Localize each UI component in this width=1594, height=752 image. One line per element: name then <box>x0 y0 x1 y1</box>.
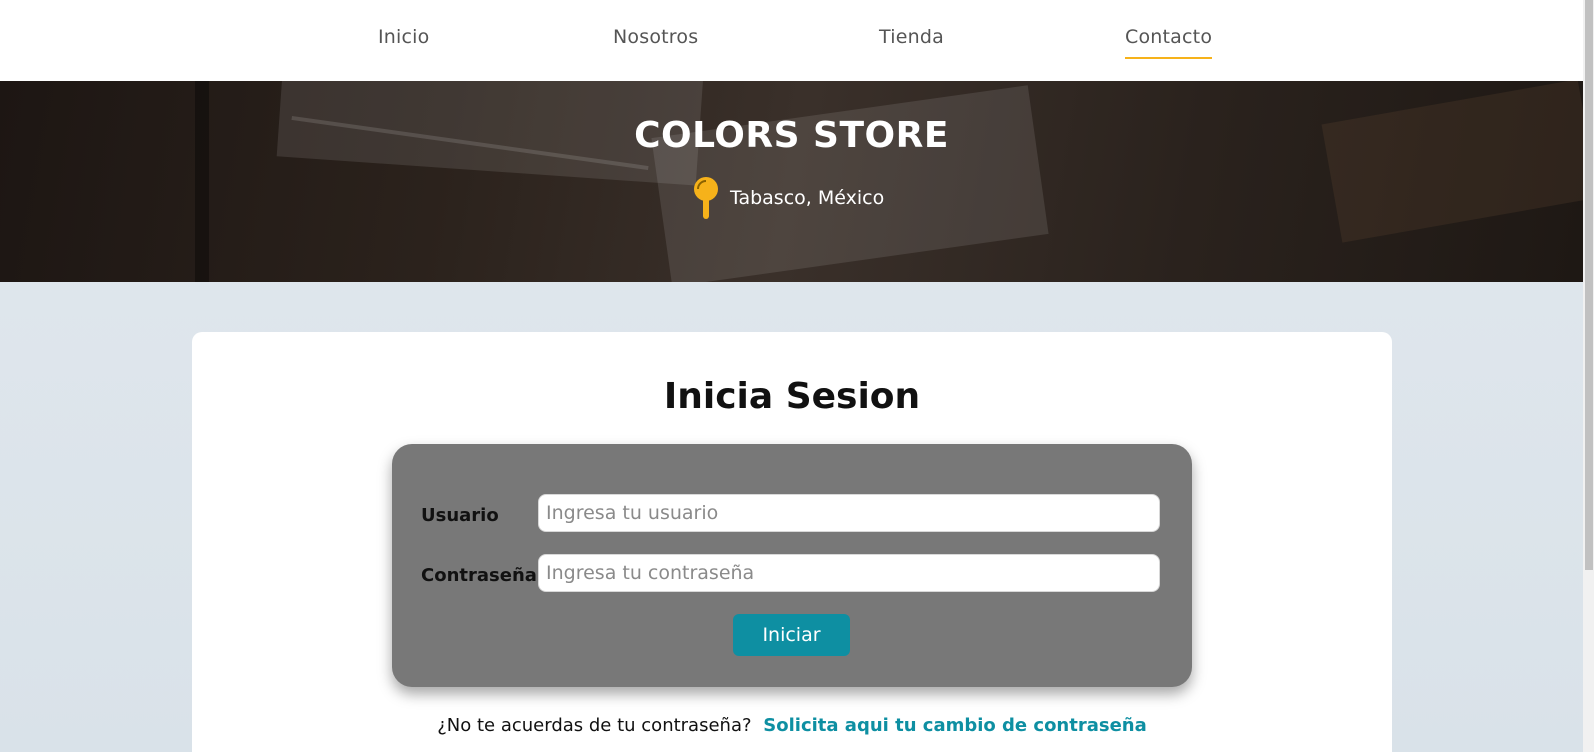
nav-link-tienda[interactable]: Tienda <box>879 26 944 57</box>
login-card: Inicia Sesion Usuario Contraseña Iniciar… <box>192 332 1392 752</box>
hero-background-pen <box>195 81 209 282</box>
password-label: Contraseña <box>421 565 537 586</box>
login-form: Usuario Contraseña Iniciar <box>392 444 1192 687</box>
password-input[interactable] <box>538 554 1160 592</box>
login-submit-button[interactable]: Iniciar <box>733 614 850 656</box>
page-scrollbar[interactable] <box>1583 0 1594 752</box>
store-location: Tabasco, México <box>690 173 884 223</box>
nav-link-nosotros[interactable]: Nosotros <box>613 26 698 57</box>
forgot-password-text: ¿No te acuerdas de tu contraseña? <box>437 715 752 736</box>
nav-link-inicio[interactable]: Inicio <box>378 26 429 57</box>
reset-password-link[interactable]: Solicita aqui tu cambio de contraseña <box>763 715 1146 736</box>
location-label: Tabasco, México <box>730 187 885 209</box>
forgot-password-row: ¿No te acuerdas de tu contraseña? Solici… <box>192 715 1392 736</box>
page-title: Inicia Sesion <box>663 376 921 417</box>
hero-background-markers <box>1321 81 1583 243</box>
nav-link-contacto[interactable]: Contacto <box>1125 26 1213 59</box>
username-label: Usuario <box>421 505 499 526</box>
map-pin-icon <box>694 177 718 219</box>
hero-banner: COLORS STORE Tabasco, México <box>0 81 1583 282</box>
scrollbar-thumb[interactable] <box>1585 0 1593 570</box>
store-title: COLORS STORE <box>634 115 949 156</box>
username-input[interactable] <box>538 494 1160 532</box>
top-navbar: Inicio Nosotros Tienda Contacto <box>0 0 1583 81</box>
